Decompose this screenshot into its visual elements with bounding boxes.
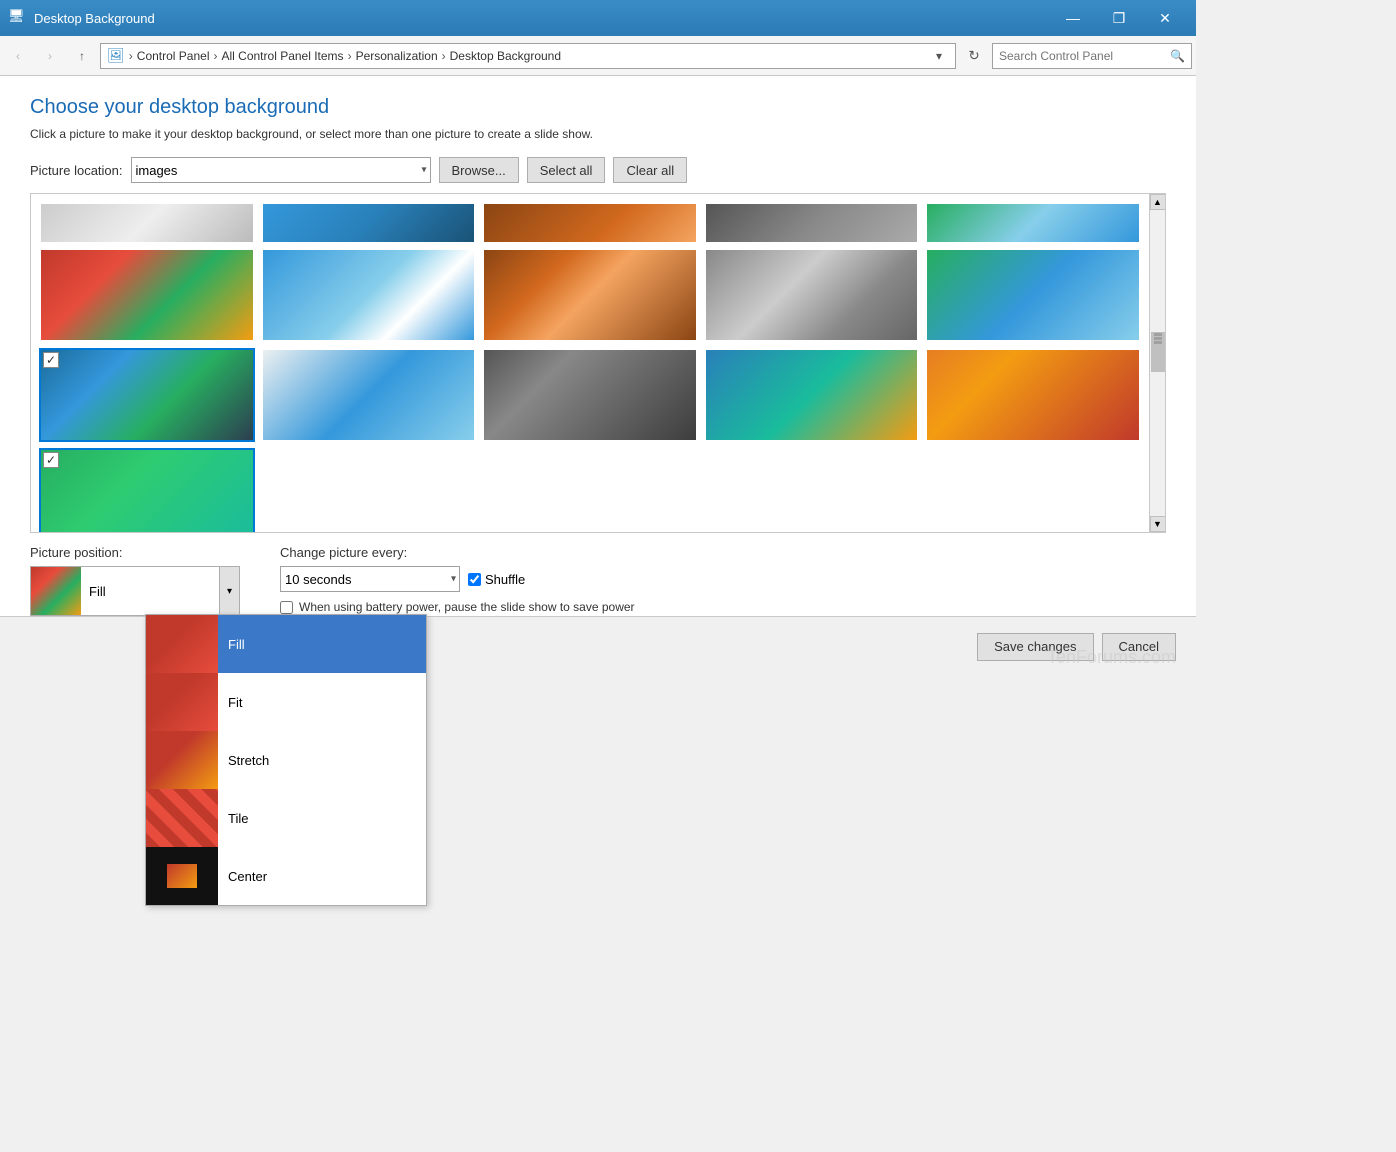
scroll-thumb[interactable] <box>1151 332 1165 372</box>
fit-label: Fit <box>218 695 242 710</box>
list-item[interactable] <box>482 348 698 442</box>
picture-location-label: Picture location: <box>30 163 123 178</box>
battery-row: When using battery power, pause the slid… <box>280 600 635 614</box>
change-section: Change picture every: 10 seconds 30 seco… <box>280 545 635 616</box>
change-select-wrapper[interactable]: 10 seconds 30 seconds 1 minute 6 hours 1… <box>280 566 460 592</box>
dropdown-item-fill[interactable]: Fill <box>146 615 426 673</box>
image-grid-container: ✓ ✓ <box>30 193 1166 533</box>
list-item[interactable] <box>261 202 477 242</box>
fit-thumb <box>146 673 218 731</box>
fill-label: Fill <box>218 637 245 652</box>
bottom-controls: Picture position: Fill ▾ Change picture … <box>30 533 1166 616</box>
image-grid: ✓ ✓ <box>31 194 1149 532</box>
position-label: Picture position: <box>30 545 240 560</box>
close-button[interactable]: ✕ <box>1142 0 1188 36</box>
tile-thumb <box>146 789 218 847</box>
location-row: Picture location: images ▾ Browse... Sel… <box>30 157 1166 183</box>
select-all-button[interactable]: Select all <box>527 157 606 183</box>
list-item[interactable] <box>482 248 698 342</box>
list-item[interactable] <box>261 248 477 342</box>
position-dropdown-arrow[interactable]: ▾ <box>219 567 239 615</box>
change-label: Change picture every: <box>280 545 635 560</box>
address-box[interactable]: 🖼 › Control Panel › All Control Panel It… <box>100 43 956 69</box>
scroll-up-arrow[interactable]: ▲ <box>1150 194 1166 210</box>
browse-button[interactable]: Browse... <box>439 157 519 183</box>
location-select-wrapper[interactable]: images ▾ <box>131 157 431 183</box>
position-preview <box>31 567 81 615</box>
list-item[interactable] <box>39 248 255 342</box>
list-item[interactable] <box>925 248 1141 342</box>
position-select-wrapper[interactable]: Fill ▾ <box>30 566 240 616</box>
page-title: Choose your desktop background <box>30 96 1166 119</box>
dropdown-item-fit[interactable]: Fit <box>146 673 426 731</box>
grid-scrollbar: ▲ ▼ <box>1149 194 1165 532</box>
position-dropdown: Fill Fit Stretch Tile Center <box>145 614 427 906</box>
list-item[interactable]: ✓ <box>39 348 255 442</box>
window-title: Desktop Background <box>34 11 1050 26</box>
shuffle-checkbox[interactable] <box>468 573 481 586</box>
change-row: 10 seconds 30 seconds 1 minute 6 hours 1… <box>280 566 635 592</box>
back-button[interactable]: ‹ <box>4 42 32 70</box>
list-item[interactable] <box>39 202 255 242</box>
shuffle-label[interactable]: Shuffle <box>485 572 525 587</box>
list-item[interactable]: ✓ <box>39 448 255 532</box>
center-label: Center <box>218 869 267 884</box>
main-content: Choose your desktop background Click a p… <box>0 76 1196 616</box>
list-item[interactable] <box>704 348 920 442</box>
window-icon: 🖥 <box>8 8 28 28</box>
stretch-label: Stretch <box>218 753 269 768</box>
list-item[interactable] <box>925 348 1141 442</box>
tile-label: Tile <box>218 811 248 826</box>
search-icon: 🔍 <box>1170 49 1185 63</box>
dropdown-item-center[interactable]: Center <box>146 847 426 905</box>
breadcrumb: 🖼 › Control Panel › All Control Panel It… <box>107 47 929 64</box>
list-item[interactable] <box>482 202 698 242</box>
scroll-down-arrow[interactable]: ▼ <box>1150 516 1166 532</box>
image-checkbox[interactable]: ✓ <box>43 452 59 468</box>
image-checkbox[interactable]: ✓ <box>43 352 59 368</box>
up-button[interactable]: ↑ <box>68 42 96 70</box>
center-thumb <box>146 847 218 905</box>
scroll-track <box>1150 210 1165 516</box>
list-item[interactable] <box>704 248 920 342</box>
position-section: Picture position: Fill ▾ <box>30 545 240 616</box>
battery-checkbox[interactable] <box>280 601 293 614</box>
search-box[interactable]: 🔍 <box>992 43 1192 69</box>
address-dropdown-arrow[interactable]: ▾ <box>929 49 949 63</box>
refresh-button[interactable]: ↻ <box>960 42 988 70</box>
list-item[interactable] <box>704 202 920 242</box>
list-item[interactable] <box>925 202 1141 242</box>
location-select[interactable]: images <box>131 157 431 183</box>
fill-thumb <box>146 615 218 673</box>
page-subtitle: Click a picture to make it your desktop … <box>30 127 1166 141</box>
search-input[interactable] <box>999 49 1170 63</box>
change-interval-select[interactable]: 10 seconds 30 seconds 1 minute 6 hours 1… <box>280 566 460 592</box>
cancel-button[interactable]: Cancel <box>1102 633 1176 661</box>
save-button[interactable]: Save changes <box>977 633 1093 661</box>
list-item[interactable] <box>261 348 477 442</box>
position-value: Fill <box>81 584 219 599</box>
minimize-button[interactable]: — <box>1050 0 1096 36</box>
clear-all-button[interactable]: Clear all <box>613 157 687 183</box>
battery-label[interactable]: When using battery power, pause the slid… <box>299 600 635 614</box>
dropdown-item-tile[interactable]: Tile <box>146 789 426 847</box>
shuffle-row: Shuffle <box>468 572 525 587</box>
address-bar: ‹ › ↑ 🖼 › Control Panel › All Control Pa… <box>0 36 1196 76</box>
window-controls: — ❐ ✕ <box>1050 0 1188 36</box>
title-bar: 🖥 Desktop Background — ❐ ✕ <box>0 0 1196 36</box>
forward-button[interactable]: › <box>36 42 64 70</box>
stretch-thumb <box>146 731 218 789</box>
dropdown-item-stretch[interactable]: Stretch <box>146 731 426 789</box>
restore-button[interactable]: ❐ <box>1096 0 1142 36</box>
